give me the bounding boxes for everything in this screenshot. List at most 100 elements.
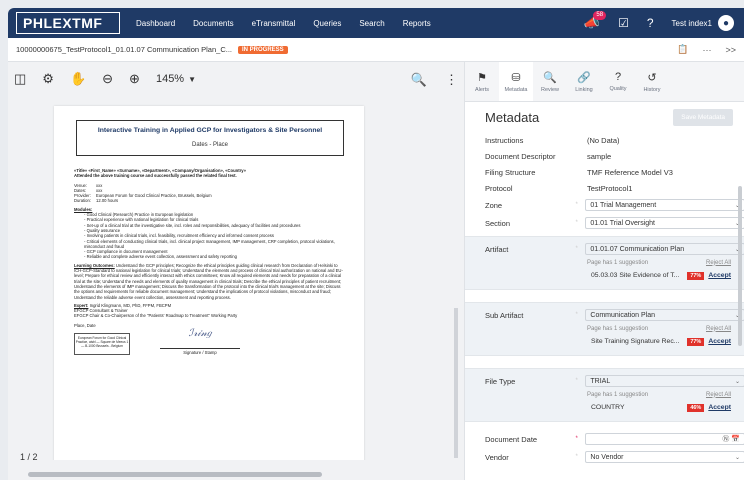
field-value: TMF Reference Model V3 (587, 167, 673, 177)
suggestion-note: Page has 1 suggestion (587, 325, 649, 332)
tasks-checklist-icon[interactable]: ☑ (618, 16, 629, 30)
tab-review[interactable]: 🔍 Review (533, 62, 567, 101)
select-value: 01.01.07 Communication Plan (590, 245, 685, 253)
zoom-out-icon[interactable]: ⊖ (102, 71, 113, 87)
field-sub-artifact: Sub Artifact * Communication Plan⌄ (465, 307, 744, 323)
document-date-input[interactable]: Ⓝ 📅 (585, 433, 744, 445)
field-file-type: File Type * TRIAL ⌄ (465, 373, 744, 389)
vertical-scrollbar[interactable] (454, 308, 458, 458)
nav-documents[interactable]: Documents (193, 19, 233, 28)
sidebar-toggle-icon[interactable]: ◫ (14, 71, 26, 87)
signature-row: European Forum for Good Clinical Practic… (74, 329, 346, 356)
field-section: Section * 01.01 Trial Oversight⌄ (465, 214, 744, 232)
clipboard-icon[interactable]: 📋 (677, 44, 688, 55)
vendor-select[interactable]: No Vendor ⌄ (585, 451, 744, 463)
field-label: Document Date (485, 434, 538, 444)
viewer-right-tools: 🔍 ⋮ (411, 72, 458, 88)
avatar-icon: ● (718, 15, 734, 31)
confidence-badge: 77% (687, 271, 705, 280)
tab-history[interactable]: ↺ History (635, 62, 669, 101)
field-label: Filing Structure (485, 167, 536, 177)
document-name: 10000000675_TestProtocol1_01.01.07 Commu… (16, 45, 232, 54)
tab-quality[interactable]: ? Quality (601, 62, 635, 101)
more-options-button[interactable]: ··· (702, 45, 711, 55)
chevron-down-icon: ⌄ (734, 378, 740, 385)
kebab-menu-icon[interactable]: ⋮ (445, 72, 458, 88)
tab-metadata[interactable]: ⛁ Metadata (499, 62, 533, 101)
field-label: Instructions (485, 135, 524, 145)
field-document-descriptor: Document Descriptor sample (465, 148, 744, 164)
side-panel: ⚑ Alerts ⛁ Metadata 🔍 Review 🔗 Linking ? Qual… (464, 62, 744, 480)
module-item: - Reliable and complete adverse event co… (84, 254, 237, 260)
detail-key: Duration: (74, 198, 91, 204)
reject-all-link[interactable]: Reject All (706, 392, 731, 398)
panel-tabs: ⚑ Alerts ⛁ Metadata 🔍 Review 🔗 Linking ? Qual… (465, 62, 744, 102)
field-label: File Type (485, 376, 516, 386)
scrollbar-thumb[interactable] (28, 472, 322, 477)
suggestion-row: 05.03.03 Site Evidence of T... 77% Accept (465, 268, 744, 283)
suggestion-note-row: Page has 1 suggestion Reject All (465, 389, 744, 400)
zone-select[interactable]: 01 Trial Management⌄ (585, 199, 744, 211)
certificate-title: Interactive Training in Applied GCP for … (97, 127, 323, 134)
field-filing-structure: Filing Structure TMF Reference Model V3 (465, 164, 744, 180)
nav-reports[interactable]: Reports (403, 19, 431, 28)
tab-label: Review (540, 86, 560, 93)
pan-hand-icon[interactable]: ✋ (70, 71, 86, 87)
field-label: Vendor (485, 452, 509, 462)
select-value: TRIAL (590, 377, 611, 385)
quality-icon: ? (614, 71, 622, 83)
tab-label: History (643, 86, 661, 93)
panel-scrollbar[interactable] (738, 186, 742, 346)
tab-alerts[interactable]: ⚑ Alerts (465, 62, 499, 101)
search-icon[interactable]: 🔍 (411, 72, 427, 88)
accept-link[interactable]: Accept (708, 272, 731, 279)
suggestion-note: Page has 1 suggestion (587, 391, 649, 398)
nav-queries[interactable]: Queries (313, 19, 341, 28)
certificate-subtitle: Dates - Place (191, 142, 228, 148)
signature-label: Signature / Stamp (183, 350, 217, 356)
field-document-date: Document Date * Ⓝ 📅 (465, 430, 744, 448)
artifact-section: Artifact * 01.01.07 Communication Plan⌄ Pa… (465, 236, 744, 290)
status-badge: IN PROGRESS (237, 45, 288, 54)
required-mark: * (575, 220, 578, 226)
app-logo[interactable]: PHLEXTMF (16, 12, 120, 34)
required-mark: * (575, 312, 578, 318)
nav-search[interactable]: Search (359, 19, 384, 28)
gear-icon[interactable]: ⚙ (42, 71, 54, 87)
user-menu[interactable]: Test index1 ● (672, 15, 734, 31)
section-select[interactable]: 01.01 Trial Oversight⌄ (585, 217, 744, 229)
accept-link[interactable]: Accept (708, 404, 731, 411)
expert-heading: Expert: (74, 302, 89, 308)
collapse-panel-button[interactable]: >> (725, 45, 736, 55)
artifact-select[interactable]: 01.01.07 Communication Plan⌄ (585, 243, 744, 255)
help-icon[interactable]: ? (647, 16, 654, 30)
handwritten-signature: ℐ𝓇𝒾𝓃𝑔 (160, 329, 240, 350)
link-icon: 🔗 (577, 71, 591, 84)
flag-icon: ⚑ (477, 71, 487, 84)
app-window: PHLEXTMF Dashboard Documents eTransmitta… (8, 8, 744, 480)
reject-all-link[interactable]: Reject All (706, 260, 731, 266)
sub-artifact-select[interactable]: Communication Plan⌄ (585, 309, 744, 321)
zoom-in-icon[interactable]: ⊕ (129, 71, 140, 87)
nav-etransmittal[interactable]: eTransmittal (252, 19, 296, 28)
horizontal-scrollbar[interactable] (14, 470, 458, 478)
user-name: Test index1 (671, 18, 712, 28)
certificate-header: Interactive Training in Applied GCP for … (76, 120, 344, 156)
calendar-icon[interactable]: Ⓝ 📅 (722, 434, 740, 444)
zoom-select[interactable]: 145% ▼ (156, 73, 196, 85)
nav-dashboard[interactable]: Dashboard (136, 19, 175, 28)
save-metadata-button[interactable]: Save Metadata (673, 108, 733, 126)
notifications-button[interactable]: 📣 58 (584, 11, 607, 31)
reject-all-link[interactable]: Reject All (706, 326, 731, 332)
document-bar-actions: 📋 ··· >> (677, 44, 736, 55)
required-mark: * (575, 378, 578, 384)
file-type-select[interactable]: TRIAL ⌄ (585, 375, 744, 387)
required-mark: * (575, 246, 578, 252)
metadata-form: Metadata Save Metadata Instructions (No D… (465, 102, 744, 480)
accept-link[interactable]: Accept (708, 338, 731, 345)
field-label: Artifact (485, 244, 509, 254)
field-artifact: Artifact * 01.01.07 Communication Plan⌄ (465, 241, 744, 257)
tab-linking[interactable]: 🔗 Linking (567, 62, 601, 101)
page-area[interactable]: Interactive Training in Applied GCP for … (14, 98, 458, 460)
